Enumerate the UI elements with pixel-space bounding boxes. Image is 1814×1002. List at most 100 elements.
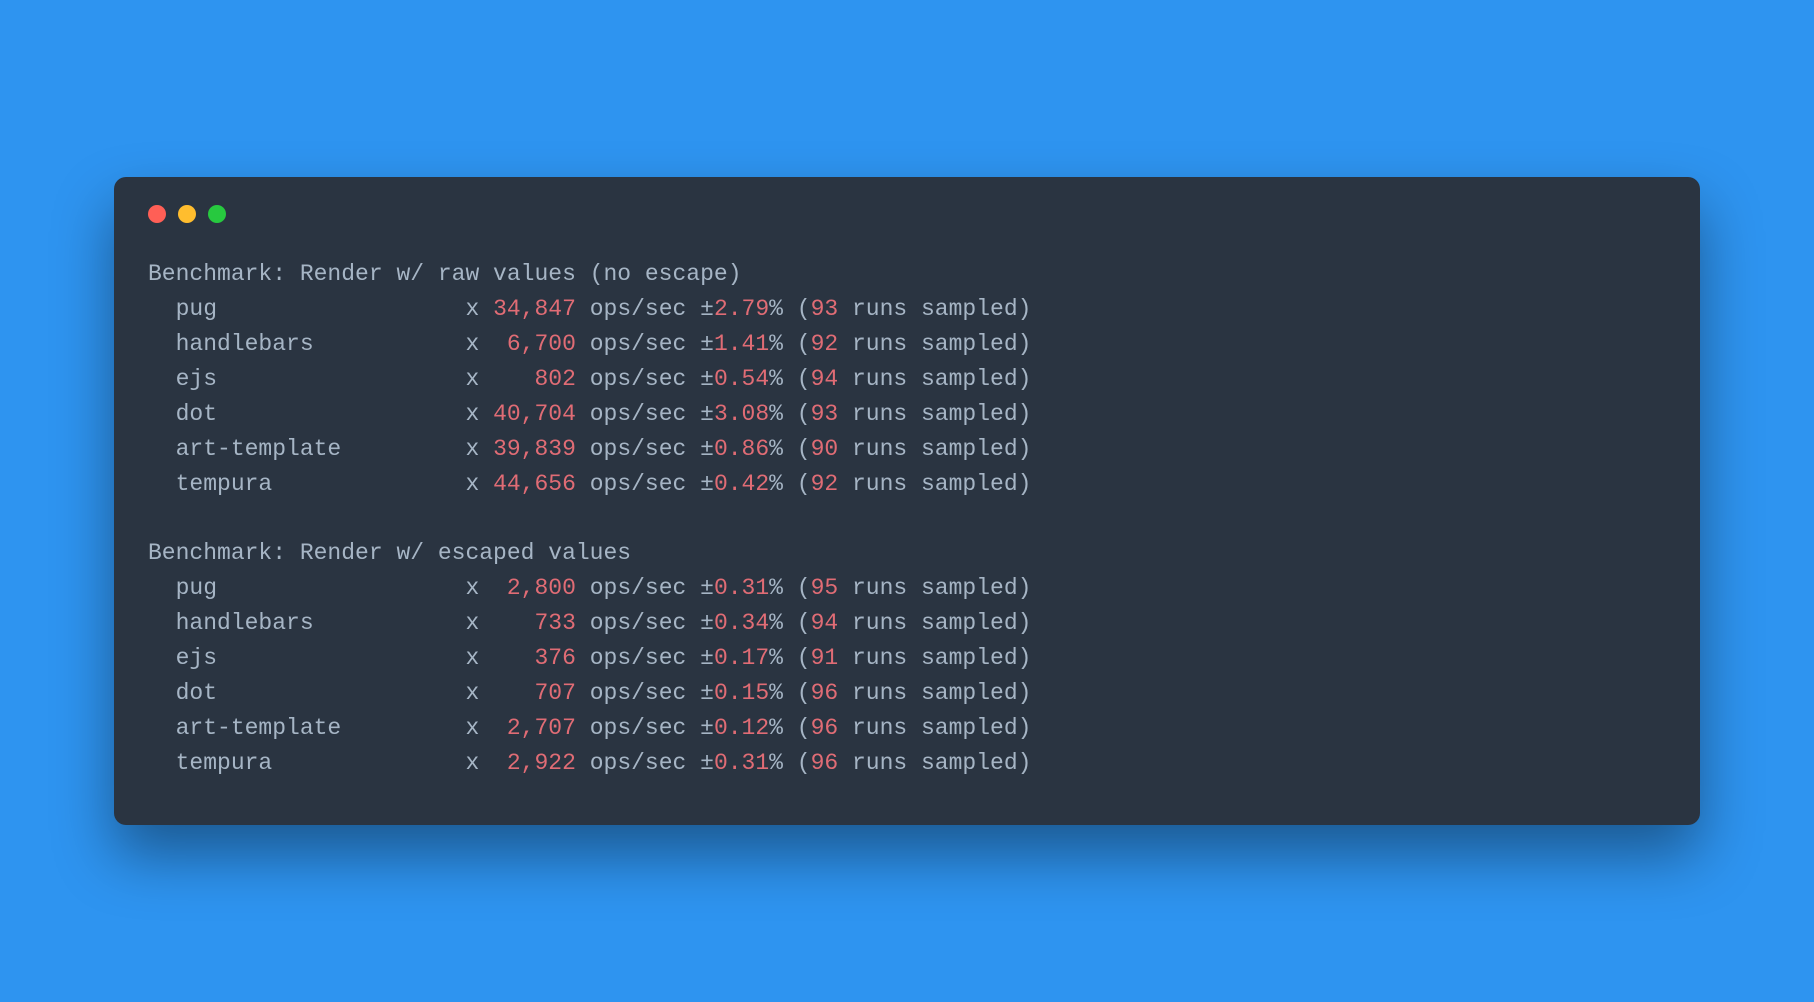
variance-value: 0.17 bbox=[714, 645, 769, 671]
runs-label: runs sampled) bbox=[838, 296, 1031, 322]
engine-name: ejs bbox=[176, 366, 466, 392]
runs-label: runs sampled) bbox=[838, 331, 1031, 357]
ops-label: ops/sec ± bbox=[576, 436, 714, 462]
engine-name: handlebars bbox=[176, 610, 466, 636]
x-separator: x bbox=[465, 401, 493, 427]
runs-label: runs sampled) bbox=[838, 366, 1031, 392]
benchmark-row: art-template x 39,839 ops/sec ±0.86% (90… bbox=[148, 436, 1031, 462]
window-close-icon[interactable] bbox=[148, 205, 166, 223]
benchmark-row: ejs x 376 ops/sec ±0.17% (91 runs sample… bbox=[148, 645, 1031, 671]
engine-name: dot bbox=[176, 680, 466, 706]
benchmark-title: Benchmark: Render w/ escaped values bbox=[148, 540, 631, 566]
percent-sign: % ( bbox=[769, 471, 810, 497]
runs-label: runs sampled) bbox=[838, 680, 1031, 706]
benchmark-row: tempura x 44,656 ops/sec ±0.42% (92 runs… bbox=[148, 471, 1031, 497]
ops-value: 40,704 bbox=[493, 401, 576, 427]
variance-value: 0.12 bbox=[714, 715, 769, 741]
percent-sign: % ( bbox=[769, 750, 810, 776]
percent-sign: % ( bbox=[769, 331, 810, 357]
window-minimize-icon[interactable] bbox=[178, 205, 196, 223]
runs-label: runs sampled) bbox=[838, 750, 1031, 776]
benchmark-row: tempura x 2,922 ops/sec ±0.31% (96 runs … bbox=[148, 750, 1031, 776]
variance-value: 0.86 bbox=[714, 436, 769, 462]
x-separator: x bbox=[465, 331, 493, 357]
benchmark-row: handlebars x 6,700 ops/sec ±1.41% (92 ru… bbox=[148, 331, 1031, 357]
terminal-output: Benchmark: Render w/ raw values (no esca… bbox=[148, 257, 1666, 781]
ops-value: 6,700 bbox=[493, 331, 576, 357]
runs-value: 94 bbox=[811, 366, 839, 392]
percent-sign: % ( bbox=[769, 366, 810, 392]
traffic-lights bbox=[148, 205, 1666, 223]
ops-label: ops/sec ± bbox=[576, 750, 714, 776]
x-separator: x bbox=[465, 366, 493, 392]
variance-value: 0.31 bbox=[714, 750, 769, 776]
variance-value: 1.41 bbox=[714, 331, 769, 357]
x-separator: x bbox=[465, 715, 493, 741]
percent-sign: % ( bbox=[769, 715, 810, 741]
ops-value: 2,707 bbox=[493, 715, 576, 741]
runs-value: 96 bbox=[811, 715, 839, 741]
x-separator: x bbox=[465, 436, 493, 462]
runs-label: runs sampled) bbox=[838, 436, 1031, 462]
runs-label: runs sampled) bbox=[838, 715, 1031, 741]
x-separator: x bbox=[465, 471, 493, 497]
engine-name: art-template bbox=[176, 715, 466, 741]
ops-value: 707 bbox=[493, 680, 576, 706]
percent-sign: % ( bbox=[769, 401, 810, 427]
ops-value: 34,847 bbox=[493, 296, 576, 322]
engine-name: pug bbox=[176, 575, 466, 601]
percent-sign: % ( bbox=[769, 680, 810, 706]
benchmark-row: pug x 2,800 ops/sec ±0.31% (95 runs samp… bbox=[148, 575, 1031, 601]
ops-value: 733 bbox=[493, 610, 576, 636]
ops-value: 44,656 bbox=[493, 471, 576, 497]
ops-value: 39,839 bbox=[493, 436, 576, 462]
runs-value: 95 bbox=[811, 575, 839, 601]
engine-name: dot bbox=[176, 401, 466, 427]
runs-label: runs sampled) bbox=[838, 575, 1031, 601]
engine-name: pug bbox=[176, 296, 466, 322]
window-maximize-icon[interactable] bbox=[208, 205, 226, 223]
variance-value: 0.34 bbox=[714, 610, 769, 636]
ops-label: ops/sec ± bbox=[576, 680, 714, 706]
ops-label: ops/sec ± bbox=[576, 296, 714, 322]
x-separator: x bbox=[465, 750, 493, 776]
benchmark-row: dot x 707 ops/sec ±0.15% (96 runs sample… bbox=[148, 680, 1031, 706]
runs-value: 93 bbox=[811, 296, 839, 322]
benchmark-title: Benchmark: Render w/ raw values (no esca… bbox=[148, 261, 742, 287]
variance-value: 2.79 bbox=[714, 296, 769, 322]
runs-label: runs sampled) bbox=[838, 471, 1031, 497]
engine-name: handlebars bbox=[176, 331, 466, 357]
ops-label: ops/sec ± bbox=[576, 331, 714, 357]
runs-value: 94 bbox=[811, 610, 839, 636]
ops-label: ops/sec ± bbox=[576, 645, 714, 671]
runs-label: runs sampled) bbox=[838, 401, 1031, 427]
engine-name: art-template bbox=[176, 436, 466, 462]
runs-label: runs sampled) bbox=[838, 610, 1031, 636]
variance-value: 0.31 bbox=[714, 575, 769, 601]
x-separator: x bbox=[465, 296, 493, 322]
runs-value: 91 bbox=[811, 645, 839, 671]
benchmark-row: handlebars x 733 ops/sec ±0.34% (94 runs… bbox=[148, 610, 1031, 636]
runs-value: 92 bbox=[811, 471, 839, 497]
x-separator: x bbox=[465, 680, 493, 706]
benchmark-row: pug x 34,847 ops/sec ±2.79% (93 runs sam… bbox=[148, 296, 1031, 322]
ops-label: ops/sec ± bbox=[576, 610, 714, 636]
variance-value: 0.15 bbox=[714, 680, 769, 706]
variance-value: 3.08 bbox=[714, 401, 769, 427]
ops-value: 802 bbox=[493, 366, 576, 392]
x-separator: x bbox=[465, 610, 493, 636]
benchmark-row: ejs x 802 ops/sec ±0.54% (94 runs sample… bbox=[148, 366, 1031, 392]
ops-label: ops/sec ± bbox=[576, 575, 714, 601]
percent-sign: % ( bbox=[769, 296, 810, 322]
ops-label: ops/sec ± bbox=[576, 715, 714, 741]
ops-value: 376 bbox=[493, 645, 576, 671]
engine-name: tempura bbox=[176, 750, 466, 776]
x-separator: x bbox=[465, 645, 493, 671]
benchmark-row: art-template x 2,707 ops/sec ±0.12% (96 … bbox=[148, 715, 1031, 741]
benchmark-row: dot x 40,704 ops/sec ±3.08% (93 runs sam… bbox=[148, 401, 1031, 427]
variance-value: 0.54 bbox=[714, 366, 769, 392]
engine-name: tempura bbox=[176, 471, 466, 497]
ops-value: 2,922 bbox=[493, 750, 576, 776]
engine-name: ejs bbox=[176, 645, 466, 671]
ops-label: ops/sec ± bbox=[576, 401, 714, 427]
